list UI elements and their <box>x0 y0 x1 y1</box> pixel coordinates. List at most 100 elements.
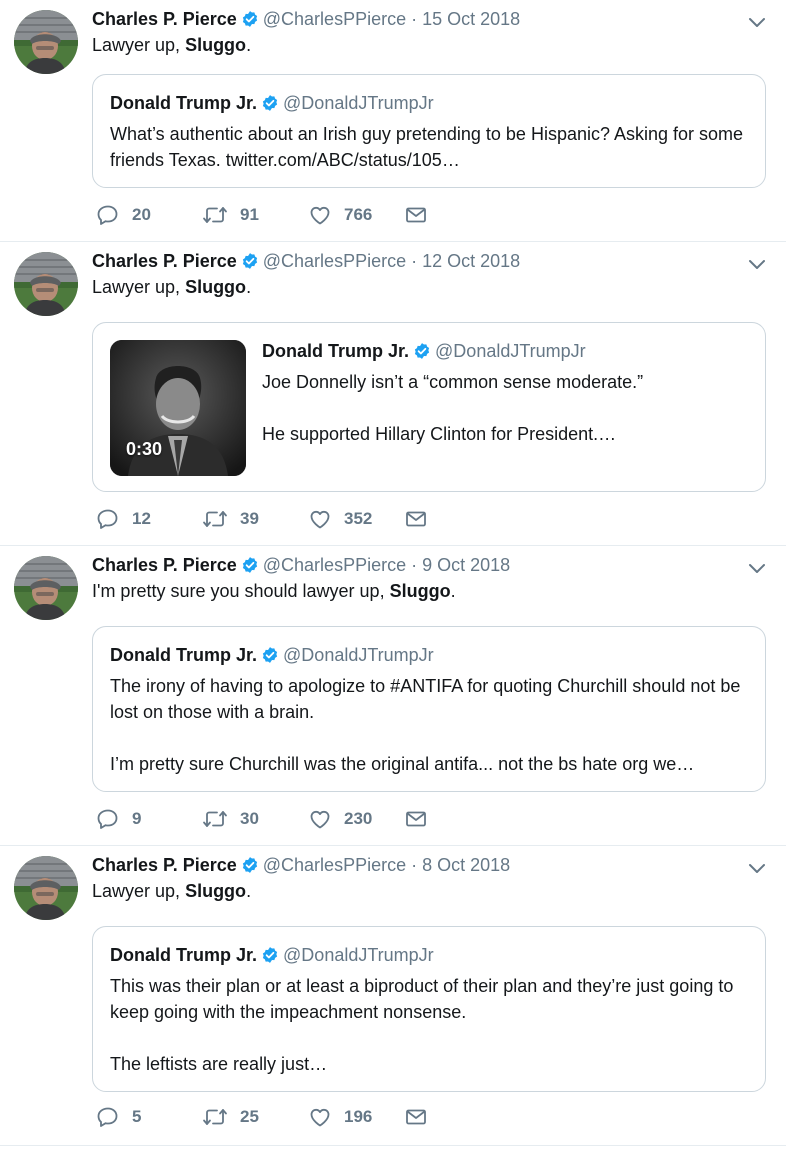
heart-icon <box>308 203 332 227</box>
retweet-button[interactable]: 91 <box>202 203 308 227</box>
quoted-tweet[interactable]: 0:30 Donald Trump Jr. @DonaldJTrumpJr Joe D… <box>92 322 766 492</box>
direct-message-button[interactable] <box>404 1105 428 1129</box>
likes-count: 196 <box>344 1107 373 1126</box>
quoted-header: Donald Trump Jr. @DonaldJTrumpJr <box>110 644 434 669</box>
quoted-text-line: The leftists are really just… <box>110 1054 328 1074</box>
tweet[interactable]: Charles P. Pierce @CharlesPPierce · 12 Oc… <box>0 242 786 546</box>
reply-button[interactable]: 20 <box>96 203 202 227</box>
chevron-down-icon[interactable] <box>748 858 766 879</box>
tweet-header: Charles P. Pierce @CharlesPPierce · 9 Oct… <box>92 554 510 579</box>
reply-button[interactable]: 5 <box>96 1105 202 1129</box>
reply-button[interactable]: 9 <box>96 807 202 831</box>
tweet-text: I'm pretty sure you should lawyer up, Sl… <box>92 580 456 602</box>
separator-dot: · <box>411 555 418 575</box>
tweet-text-prefix: Lawyer up, <box>92 277 186 297</box>
tweet-text: Lawyer up, Sluggo. <box>92 880 251 902</box>
separator-dot: · <box>411 855 418 875</box>
tweet[interactable]: Charles P. Pierce @CharlesPPierce · 9 Oct… <box>0 546 786 846</box>
quoted-text: What’s authentic about an Irish guy pret… <box>110 121 749 173</box>
author-name[interactable]: Charles P. Pierce <box>92 855 237 875</box>
tweet-date[interactable]: 12 Oct 2018 <box>422 251 520 271</box>
direct-message-button[interactable] <box>404 807 428 831</box>
reply-icon <box>96 203 120 227</box>
avatar[interactable] <box>14 856 78 920</box>
retweet-button[interactable]: 25 <box>202 1105 308 1129</box>
like-button[interactable]: 352 <box>308 507 404 531</box>
chevron-down-icon[interactable] <box>748 558 766 579</box>
timeline: Charles P. Pierce @CharlesPPierce · 15 Oc… <box>0 0 786 1146</box>
quoted-tweet[interactable]: Donald Trump Jr. @DonaldJTrumpJr What’s au… <box>92 74 766 188</box>
quoted-author-name: Donald Trump Jr. <box>110 93 258 113</box>
retweets-count: 39 <box>240 509 259 528</box>
verified-badge-icon <box>241 252 259 275</box>
reply-icon <box>96 807 120 831</box>
envelope-icon <box>404 1105 428 1129</box>
tweet[interactable]: Charles P. Pierce @CharlesPPierce · 8 Oct… <box>0 846 786 1146</box>
verified-badge-icon <box>261 94 279 117</box>
envelope-icon <box>404 507 428 531</box>
quoted-text-line: Joe Donnelly isn’t a “common sense moder… <box>262 372 644 392</box>
tweet-text: Lawyer up, Sluggo. <box>92 276 251 298</box>
tweet-text-prefix: Lawyer up, <box>92 35 186 55</box>
separator-dot: · <box>411 9 418 29</box>
video-duration: 0:30 <box>126 439 163 459</box>
avatar[interactable] <box>14 556 78 620</box>
tweet-actions: 20 91 766 <box>96 203 428 227</box>
direct-message-button[interactable] <box>404 507 428 531</box>
author-handle[interactable]: @CharlesPPierce <box>263 855 406 875</box>
reply-icon <box>96 507 120 531</box>
like-button[interactable]: 230 <box>308 807 404 831</box>
tweet-text: Lawyer up, Sluggo. <box>92 34 251 56</box>
verified-badge-icon <box>241 556 259 579</box>
chevron-down-icon[interactable] <box>748 254 766 275</box>
heart-icon <box>308 507 332 531</box>
retweets-count: 30 <box>240 809 259 828</box>
likes-count: 352 <box>344 509 373 528</box>
tweet-date[interactable]: 8 Oct 2018 <box>422 855 510 875</box>
tweet-date[interactable]: 15 Oct 2018 <box>422 9 520 29</box>
tweet[interactable]: Charles P. Pierce @CharlesPPierce · 15 Oc… <box>0 0 786 242</box>
author-handle[interactable]: @CharlesPPierce <box>263 9 406 29</box>
likes-count: 230 <box>344 809 373 828</box>
video-thumbnail[interactable]: 0:30 <box>110 340 246 476</box>
chevron-down-icon[interactable] <box>748 12 766 33</box>
avatar[interactable] <box>14 252 78 316</box>
quoted-header: Donald Trump Jr. @DonaldJTrumpJr <box>110 944 434 969</box>
like-button[interactable]: 766 <box>308 203 404 227</box>
quoted-tweet[interactable]: Donald Trump Jr. @DonaldJTrumpJr This was … <box>92 926 766 1092</box>
retweet-button[interactable]: 39 <box>202 507 308 531</box>
tweet-text-bold: Sluggo <box>185 277 247 297</box>
verified-badge-icon <box>241 10 259 33</box>
author-name[interactable]: Charles P. Pierce <box>92 555 237 575</box>
quoted-text-line <box>110 1025 749 1051</box>
quoted-tweet[interactable]: Donald Trump Jr. @DonaldJTrumpJr The irony… <box>92 626 766 792</box>
retweet-icon <box>202 807 228 831</box>
retweet-button[interactable]: 30 <box>202 807 308 831</box>
retweet-icon <box>202 1105 228 1129</box>
heart-icon <box>308 1105 332 1129</box>
tweet-header: Charles P. Pierce @CharlesPPierce · 12 Oc… <box>92 250 520 275</box>
quoted-text-line: He supported Hillary Clinton for Preside… <box>262 424 617 444</box>
quoted-author-handle: @DonaldJTrumpJr <box>435 341 586 361</box>
avatar[interactable] <box>14 10 78 74</box>
tweet-text-suffix: . <box>246 881 252 901</box>
author-handle[interactable]: @CharlesPPierce <box>263 555 406 575</box>
author-name[interactable]: Charles P. Pierce <box>92 9 237 29</box>
tweet-text-suffix: . <box>246 277 252 297</box>
reply-button[interactable]: 12 <box>96 507 202 531</box>
author-handle[interactable]: @CharlesPPierce <box>263 251 406 271</box>
quoted-author-name: Donald Trump Jr. <box>110 645 258 665</box>
direct-message-button[interactable] <box>404 203 428 227</box>
tweet-date[interactable]: 9 Oct 2018 <box>422 555 510 575</box>
tweet-header: Charles P. Pierce @CharlesPPierce · 8 Oct… <box>92 854 510 879</box>
quoted-text: The irony of having to apologize to #ANT… <box>110 673 749 777</box>
envelope-icon <box>404 203 428 227</box>
tweet-header: Charles P. Pierce @CharlesPPierce · 15 Oc… <box>92 8 520 33</box>
replies-count: 12 <box>132 509 151 528</box>
quoted-author-handle: @DonaldJTrumpJr <box>283 645 434 665</box>
tweet-text-prefix: Lawyer up, <box>92 881 186 901</box>
author-name[interactable]: Charles P. Pierce <box>92 251 237 271</box>
replies-count: 5 <box>132 1107 142 1126</box>
quoted-text-line: What’s authentic about an Irish guy pret… <box>110 124 744 170</box>
like-button[interactable]: 196 <box>308 1105 404 1129</box>
